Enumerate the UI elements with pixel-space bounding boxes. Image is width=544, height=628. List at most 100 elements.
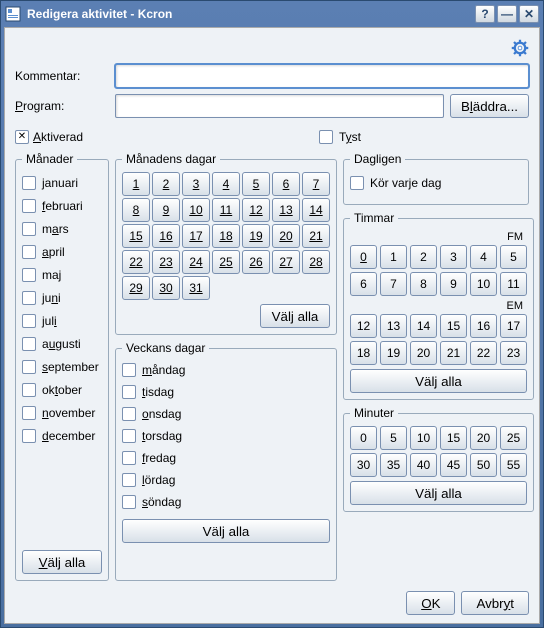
hours-select-all[interactable]: Välj alla [350, 369, 527, 393]
monthday-4[interactable]: 4 [212, 172, 240, 196]
ok-button[interactable]: OK [406, 591, 455, 615]
hour-1[interactable]: 1 [380, 245, 407, 269]
help-button[interactable]: ? [475, 5, 495, 23]
weekday-checkbox-söndag[interactable] [122, 495, 136, 509]
weekday-checkbox-fredag[interactable] [122, 451, 136, 465]
month-checkbox-februari[interactable] [22, 199, 36, 213]
month-checkbox-april[interactable] [22, 245, 36, 259]
hour-18[interactable]: 18 [350, 341, 377, 365]
months-select-all[interactable]: Välj alla [22, 550, 102, 574]
monthday-1[interactable]: 1 [122, 172, 150, 196]
month-checkbox-november[interactable] [22, 406, 36, 420]
monthday-9[interactable]: 9 [152, 198, 180, 222]
monthday-31[interactable]: 31 [182, 276, 210, 300]
minute-45[interactable]: 45 [440, 453, 467, 477]
monthday-25[interactable]: 25 [212, 250, 240, 274]
minute-0[interactable]: 0 [350, 426, 377, 450]
hour-2[interactable]: 2 [410, 245, 437, 269]
weekdays-select-all[interactable]: Välj alla [122, 519, 330, 543]
gear-icon[interactable] [511, 39, 529, 57]
minimize-button[interactable]: — [497, 5, 517, 23]
hour-20[interactable]: 20 [410, 341, 437, 365]
cancel-button[interactable]: Avbryt [461, 591, 529, 615]
weekday-checkbox-måndag[interactable] [122, 363, 136, 377]
monthday-7[interactable]: 7 [302, 172, 330, 196]
month-checkbox-september[interactable] [22, 360, 36, 374]
monthday-15[interactable]: 15 [122, 224, 150, 248]
hour-23[interactable]: 23 [500, 341, 527, 365]
hour-16[interactable]: 16 [470, 314, 497, 338]
hour-15[interactable]: 15 [440, 314, 467, 338]
monthday-27[interactable]: 27 [272, 250, 300, 274]
hour-22[interactable]: 22 [470, 341, 497, 365]
monthday-22[interactable]: 22 [122, 250, 150, 274]
minute-20[interactable]: 20 [470, 426, 497, 450]
hour-19[interactable]: 19 [380, 341, 407, 365]
month-checkbox-maj[interactable] [22, 268, 36, 282]
hour-6[interactable]: 6 [350, 272, 377, 296]
monthday-12[interactable]: 12 [242, 198, 270, 222]
monthday-5[interactable]: 5 [242, 172, 270, 196]
monthday-30[interactable]: 30 [152, 276, 180, 300]
minute-30[interactable]: 30 [350, 453, 377, 477]
monthday-16[interactable]: 16 [152, 224, 180, 248]
month-checkbox-mars[interactable] [22, 222, 36, 236]
monthday-2[interactable]: 2 [152, 172, 180, 196]
monthday-28[interactable]: 28 [302, 250, 330, 274]
hour-3[interactable]: 3 [440, 245, 467, 269]
monthday-26[interactable]: 26 [242, 250, 270, 274]
hour-12[interactable]: 12 [350, 314, 377, 338]
month-checkbox-oktober[interactable] [22, 383, 36, 397]
comment-input[interactable] [115, 64, 529, 88]
hour-4[interactable]: 4 [470, 245, 497, 269]
monthday-23[interactable]: 23 [152, 250, 180, 274]
monthday-3[interactable]: 3 [182, 172, 210, 196]
weekday-checkbox-lördag[interactable] [122, 473, 136, 487]
monthday-14[interactable]: 14 [302, 198, 330, 222]
weekday-checkbox-torsdag[interactable] [122, 429, 136, 443]
activated-checkbox[interactable] [15, 130, 29, 144]
minute-15[interactable]: 15 [440, 426, 467, 450]
month-checkbox-december[interactable] [22, 429, 36, 443]
minutes-select-all[interactable]: Välj alla [350, 481, 527, 505]
monthday-19[interactable]: 19 [242, 224, 270, 248]
monthday-8[interactable]: 8 [122, 198, 150, 222]
hour-11[interactable]: 11 [500, 272, 527, 296]
monthday-21[interactable]: 21 [302, 224, 330, 248]
monthday-29[interactable]: 29 [122, 276, 150, 300]
hour-5[interactable]: 5 [500, 245, 527, 269]
hour-13[interactable]: 13 [380, 314, 407, 338]
minute-5[interactable]: 5 [380, 426, 407, 450]
minute-35[interactable]: 35 [380, 453, 407, 477]
monthday-18[interactable]: 18 [212, 224, 240, 248]
browse-button[interactable]: Bläddra... [450, 94, 529, 118]
monthday-11[interactable]: 11 [212, 198, 240, 222]
month-checkbox-januari[interactable] [22, 176, 36, 190]
month-checkbox-augusti[interactable] [22, 337, 36, 351]
close-button[interactable]: ✕ [519, 5, 539, 23]
month-checkbox-juli[interactable] [22, 314, 36, 328]
program-input[interactable] [115, 94, 444, 118]
weekday-checkbox-tisdag[interactable] [122, 385, 136, 399]
minute-25[interactable]: 25 [500, 426, 527, 450]
monthday-13[interactable]: 13 [272, 198, 300, 222]
monthday-20[interactable]: 20 [272, 224, 300, 248]
monthday-24[interactable]: 24 [182, 250, 210, 274]
month-checkbox-juni[interactable] [22, 291, 36, 305]
minute-40[interactable]: 40 [410, 453, 437, 477]
minute-55[interactable]: 55 [500, 453, 527, 477]
silent-checkbox[interactable] [319, 130, 333, 144]
hour-14[interactable]: 14 [410, 314, 437, 338]
hour-9[interactable]: 9 [440, 272, 467, 296]
minute-50[interactable]: 50 [470, 453, 497, 477]
hour-21[interactable]: 21 [440, 341, 467, 365]
monthday-17[interactable]: 17 [182, 224, 210, 248]
monthdays-select-all[interactable]: Välj alla [260, 304, 330, 328]
daily-checkbox[interactable] [350, 176, 364, 190]
monthday-6[interactable]: 6 [272, 172, 300, 196]
hour-0[interactable]: 0 [350, 245, 377, 269]
weekday-checkbox-onsdag[interactable] [122, 407, 136, 421]
minute-10[interactable]: 10 [410, 426, 437, 450]
hour-17[interactable]: 17 [500, 314, 527, 338]
hour-7[interactable]: 7 [380, 272, 407, 296]
